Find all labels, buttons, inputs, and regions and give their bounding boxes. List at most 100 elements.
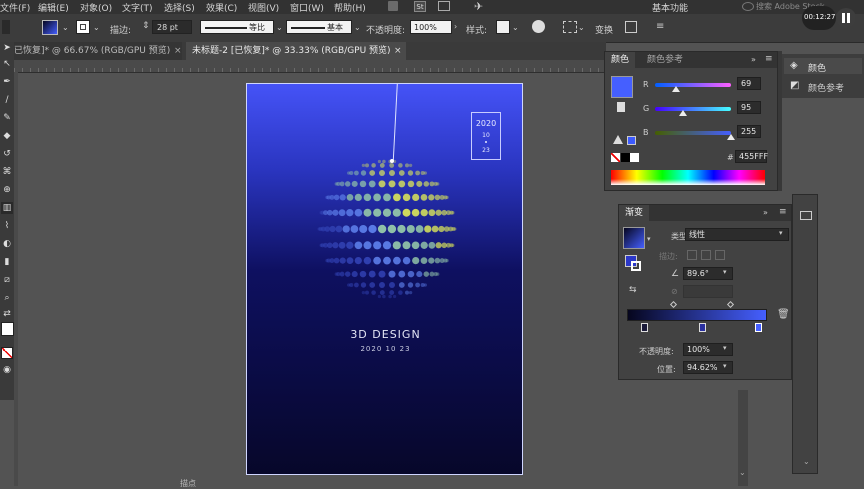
menu-edit[interactable]: 编辑(E)	[38, 1, 69, 14]
horizontal-ruler[interactable]	[14, 60, 604, 73]
menu-file[interactable]: 文件(F)	[0, 1, 30, 14]
midpoint-diamond-2[interactable]	[726, 300, 735, 309]
green-slider-knob[interactable]	[679, 110, 688, 116]
blend-tool-icon[interactable]: ◐	[1, 238, 13, 250]
color-spectrum[interactable]	[611, 170, 765, 185]
red-value-field[interactable]: 69	[737, 77, 761, 90]
panel-collapse-icon[interactable]: »	[751, 55, 756, 64]
graphic-style-swatch[interactable]	[496, 20, 510, 34]
blue-slider-track[interactable]	[655, 131, 731, 135]
rotate-tool-icon[interactable]: ↺	[1, 148, 13, 160]
tab-color[interactable]: 颜色	[605, 52, 636, 68]
black-swatch[interactable]	[621, 153, 630, 162]
midpoint-diamond-1[interactable]	[669, 300, 678, 309]
tab-gradient[interactable]: 渐变	[619, 205, 650, 221]
stroke-color-swatch[interactable]	[617, 102, 625, 112]
menu-view[interactable]: 视图(V)	[248, 1, 279, 14]
profile-dropdown-icon[interactable]: ⌄	[276, 23, 283, 32]
vertical-scrollbar[interactable]: ⌄	[738, 390, 748, 486]
color-stop-1[interactable]	[641, 323, 648, 332]
angle-dropdown-icon[interactable]: ▾	[723, 268, 727, 276]
style-dropdown-icon[interactable]: ⌄	[512, 23, 519, 32]
width-tool-icon[interactable]: ⌘	[1, 166, 13, 178]
slice-tool-icon[interactable]: ⧄	[1, 274, 13, 286]
none-swatch-icon[interactable]	[1, 347, 13, 359]
color-stop-2[interactable]	[699, 323, 706, 332]
scroll-down-icon[interactable]: ⌄	[739, 468, 746, 477]
menu-object[interactable]: 对象(O)	[80, 1, 112, 14]
vertical-ruler[interactable]	[14, 72, 18, 486]
menu-select[interactable]: 选择(S)	[164, 1, 195, 14]
gradient-type-select[interactable]: 线性	[685, 228, 789, 241]
opacity-label[interactable]: 不透明度:	[366, 23, 405, 36]
gpu-performance-icon[interactable]: ✈	[474, 0, 483, 13]
tab-document-1[interactable]: 已恢复]* @ 66.67% (RGB/GPU 预览) ×	[14, 42, 182, 60]
dock-item-color-guide[interactable]: ◩ 颜色参考	[784, 78, 862, 94]
shape-builder-tool-icon[interactable]: ⊕	[1, 184, 13, 196]
panel-menu-icon[interactable]: ≡	[656, 21, 664, 32]
eraser-tool-icon[interactable]: ◆	[1, 130, 13, 142]
white-swatch[interactable]	[630, 153, 639, 162]
direct-selection-tool-icon[interactable]: ↖	[1, 58, 13, 70]
artboard[interactable]: 2020 10 23 3D DESIGN 2020 10 23	[246, 83, 523, 475]
tab-color-guide[interactable]: 颜色参考	[641, 52, 689, 68]
opacity-field[interactable]: 100%	[410, 20, 452, 34]
paintbrush-tool-icon[interactable]: ✎	[1, 112, 13, 124]
red-slider-track[interactable]	[655, 83, 731, 87]
menu-type[interactable]: 文字(T)	[122, 1, 153, 14]
stroke-dropdown-icon[interactable]: ⌄	[93, 23, 100, 32]
panel-collapse-icon[interactable]: »	[763, 208, 768, 217]
out-of-gamut-warning-icon[interactable]	[613, 135, 623, 144]
red-slider-knob[interactable]	[671, 86, 680, 92]
eyedropper-tool-icon[interactable]: ⌇	[1, 220, 13, 232]
arrange-docs-icon[interactable]	[438, 1, 450, 11]
gradient-slider-bar[interactable]	[627, 309, 767, 321]
zoom-tool-icon[interactable]: ⌕	[1, 292, 13, 304]
disco-ball-graphic[interactable]	[317, 158, 457, 300]
poster-title[interactable]: 3D DESIGN	[247, 328, 522, 341]
none-color-icon[interactable]	[611, 153, 620, 162]
tab-document-2[interactable]: 未标题-2 [已恢复]* @ 33.33% (RGB/GPU 预览) ×	[186, 42, 406, 60]
pen-tool-icon[interactable]: ✒	[1, 76, 13, 88]
recolor-artwork-icon[interactable]	[532, 20, 545, 33]
stroke-weight-field[interactable]: 28 pt	[152, 20, 192, 34]
poster-date[interactable]: 2020 10 23	[247, 345, 522, 353]
workspace-switcher[interactable]: 基本功能	[652, 1, 688, 14]
gradient-tool-icon[interactable]: ▥	[1, 202, 13, 214]
variable-width-profile[interactable]: 等比	[200, 20, 274, 34]
blue-value-field[interactable]: 255	[737, 125, 761, 138]
menu-effect[interactable]: 效果(C)	[206, 1, 237, 14]
panel-menu-icon[interactable]: ≡	[765, 54, 773, 64]
chevron-down-icon[interactable]: ▾	[779, 229, 783, 237]
align-icon[interactable]	[563, 21, 577, 33]
gradient-preview-dropdown-icon[interactable]: ▾	[647, 235, 651, 243]
close-icon[interactable]: ×	[394, 42, 402, 60]
library-icon[interactable]	[388, 1, 398, 11]
hanging-line[interactable]	[392, 84, 398, 162]
hex-value-field[interactable]: 455FFF	[735, 150, 768, 163]
dock-item-color[interactable]: ◈ 颜色	[784, 58, 862, 74]
panel-menu-icon[interactable]: ≡	[779, 207, 787, 217]
gradient-stroke-indicator[interactable]	[631, 261, 641, 271]
fill-color-swatch[interactable]	[611, 76, 633, 98]
brush-dropdown-icon[interactable]: ⌄	[354, 23, 361, 32]
fill-dropdown-icon[interactable]: ⌄	[62, 23, 69, 32]
align-dropdown-icon[interactable]: ⌄	[578, 23, 585, 32]
in-gamut-swatch[interactable]	[627, 136, 636, 145]
swap-fill-stroke-icon[interactable]: ⇄	[1, 308, 13, 320]
stroke-weight-stepper-icon[interactable]: ⇕	[142, 21, 150, 31]
selection-tool-icon[interactable]: ➤	[1, 42, 13, 54]
reverse-gradient-icon[interactable]: ⇆	[629, 285, 637, 295]
line-tool-icon[interactable]: ∕	[1, 94, 13, 106]
gradient-preview-swatch[interactable]	[623, 227, 645, 249]
brush-definition[interactable]: 基本	[286, 20, 352, 34]
opacity-expand-icon[interactable]: ›	[454, 22, 457, 31]
color-stop-3-selected[interactable]	[755, 323, 762, 332]
blue-slider-knob[interactable]	[727, 134, 735, 140]
menu-window[interactable]: 窗口(W)	[290, 1, 324, 14]
location-dropdown-icon[interactable]: ▾	[723, 362, 727, 370]
scroll-down-icon[interactable]: ⌄	[803, 457, 810, 466]
close-icon[interactable]: ×	[174, 42, 182, 60]
graph-tool-icon[interactable]: ▮	[1, 256, 13, 268]
panel-icon[interactable]	[800, 211, 812, 220]
